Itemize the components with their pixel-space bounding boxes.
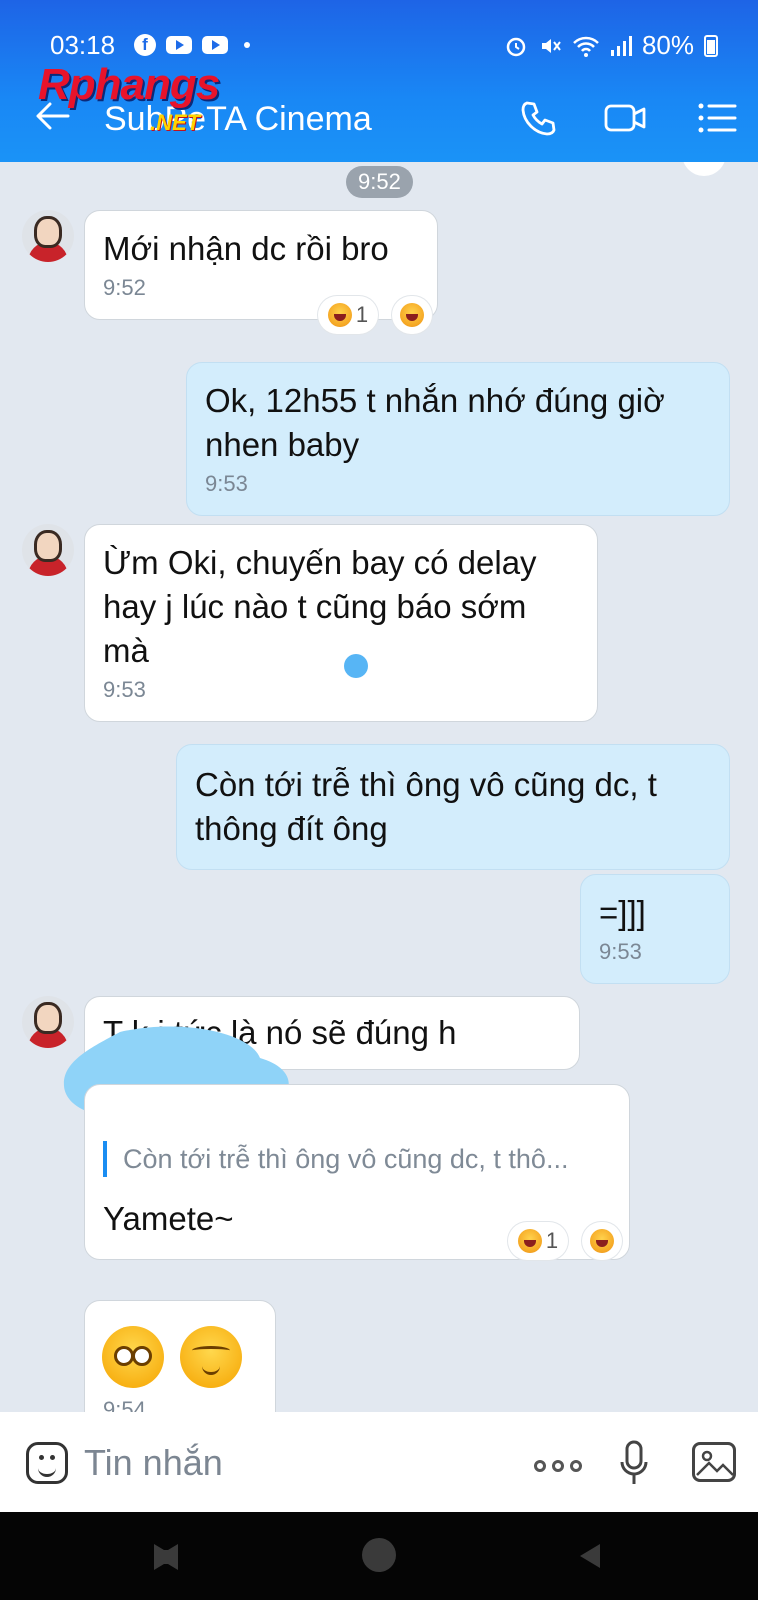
- avatar[interactable]: [22, 524, 74, 576]
- app-header: 03:18 f 80% SubPeTA Cinema Rphangs .NET: [0, 0, 758, 162]
- laughing-face-icon: [400, 303, 424, 327]
- system-icons: 80%: [504, 30, 718, 61]
- message-time: 9:54: [103, 1397, 146, 1412]
- message-bubble[interactable]: Ừm Oki, chuyến bay có delay hay j lúc nà…: [84, 524, 598, 722]
- message-bubble[interactable]: =]]] 9:53: [580, 874, 730, 984]
- scroll-down-button[interactable]: [682, 162, 726, 176]
- message-text: Còn tới trễ thì ông vô cũng dc, t thông …: [195, 766, 657, 847]
- home-button[interactable]: [362, 1538, 396, 1572]
- list-menu-icon[interactable]: [696, 98, 738, 138]
- youtube-icon: [166, 36, 192, 54]
- message-bubble[interactable]: Ok, 12h55 t nhắn nhớ đúng giờ nhen baby …: [186, 362, 730, 516]
- battery-percent: 80%: [641, 30, 694, 60]
- system-navigation-bar: [0, 1512, 758, 1600]
- message-time: 9:53: [599, 939, 642, 964]
- blushing-face-icon: [180, 1326, 242, 1388]
- laughing-face-icon: [327, 303, 352, 327]
- image-icon[interactable]: [692, 1442, 736, 1482]
- status-dot: [344, 654, 368, 678]
- smiley-icon[interactable]: [26, 1442, 68, 1484]
- phone-icon[interactable]: [518, 98, 560, 138]
- message-text: Ok, 12h55 t nhắn nhớ đúng giờ nhen baby: [205, 382, 665, 463]
- message-time: 9:52: [103, 275, 146, 300]
- avatar[interactable]: [22, 210, 74, 262]
- notification-icons: f: [134, 34, 250, 56]
- watermark-logo-sub: .NET: [150, 110, 201, 135]
- battery-icon: [704, 34, 718, 57]
- date-chip: 9:52: [346, 166, 413, 198]
- recent-apps-icon[interactable]: [150, 1540, 182, 1572]
- message-time: 9:53: [205, 471, 248, 496]
- reaction-count[interactable]: 1: [508, 1222, 568, 1260]
- laughing-face-icon: [517, 1229, 542, 1253]
- reaction-count[interactable]: 1: [318, 296, 378, 334]
- mute-icon: [541, 38, 561, 53]
- alarm-icon: [506, 37, 526, 56]
- reaction-count-text: 1: [355, 302, 369, 327]
- message-text: Ừm Oki, chuyến bay có delay hay j lúc nà…: [103, 544, 537, 669]
- microphone-icon[interactable]: [620, 1440, 648, 1486]
- message-list[interactable]: 9:52 Mới nhận dc rồi bro 9:52 1 Ok, 12h5…: [0, 162, 758, 1412]
- status-time: 03:18: [50, 30, 116, 60]
- message-text: Mới nhận dc rồi bro: [103, 230, 389, 267]
- more-notifications-icon: [244, 42, 250, 48]
- add-reaction-button[interactable]: [392, 296, 432, 334]
- facebook-icon: f: [134, 34, 156, 56]
- status-bar: 03:18 f 80%: [50, 28, 718, 62]
- reaction-count-text: 1: [545, 1228, 559, 1253]
- message-input[interactable]: [84, 1436, 504, 1490]
- message-text: =]]]: [599, 894, 646, 931]
- message-composer: [0, 1412, 758, 1512]
- video-camera-icon[interactable]: [604, 98, 646, 138]
- watermark-logo: Rphangs: [38, 60, 220, 109]
- back-nav-icon[interactable]: [574, 1540, 606, 1572]
- message-bubble[interactable]: Còn tới trễ thì ông vô cũng dc, t thông …: [176, 744, 730, 870]
- message-time: 9:53: [103, 677, 146, 702]
- signal-icon: [610, 35, 632, 56]
- add-reaction-button[interactable]: [582, 1222, 622, 1260]
- wifi-icon: [573, 36, 599, 57]
- worried-face-icon: [102, 1326, 164, 1388]
- laughing-face-icon: [590, 1229, 614, 1253]
- more-dots-icon[interactable]: [534, 1460, 582, 1472]
- youtube-icon: [202, 36, 228, 54]
- message-bubble[interactable]: Mới nhận dc rồi bro 9:52: [84, 210, 438, 320]
- quoted-message[interactable]: Còn tới trễ thì ông vô cũng dc, t thô...: [103, 1141, 611, 1177]
